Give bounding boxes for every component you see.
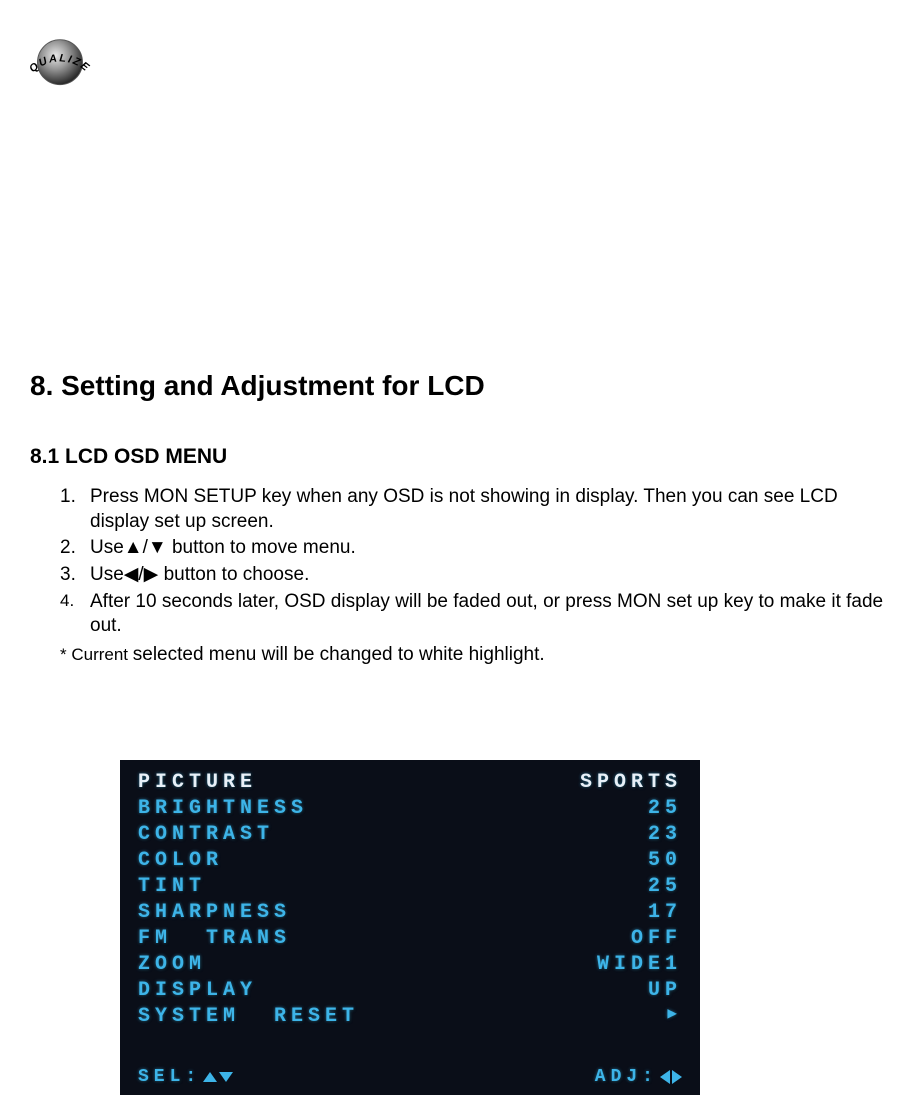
instruction-note: * Current selected menu will be changed … <box>60 643 889 668</box>
instruction-item-4: 4. After 10 seconds later, OSD display w… <box>60 590 889 639</box>
osd-row-system-reset: SYSTEM RESET ▶ <box>138 1004 682 1030</box>
osd-value: WIDE1 <box>597 952 682 978</box>
osd-footer-adj: ADJ: <box>595 1067 682 1087</box>
osd-row-zoom: ZOOM WIDE1 <box>138 952 682 978</box>
adj-label: ADJ: <box>595 1067 658 1087</box>
instruction-text: Press MON SETUP key when any OSD is not … <box>90 486 838 532</box>
osd-footer: SEL: ADJ: <box>138 1067 682 1087</box>
osd-value-arrow-icon: ▶ <box>667 1004 682 1030</box>
note-prefix: * Current <box>60 645 133 664</box>
list-number: 4. <box>60 590 74 612</box>
subsection-title: 8.1 LCD OSD MENU <box>30 445 227 469</box>
osd-screen: PICTURE SPORTS BRIGHTNESS 25 CONTRAST 23… <box>120 760 700 1095</box>
osd-row-color: COLOR 50 <box>138 848 682 874</box>
osd-label: CONTRAST <box>138 822 274 848</box>
section-title: 8. Setting and Adjustment for LCD <box>30 370 485 402</box>
equalizer-badge: EQUALIZER <box>15 10 105 100</box>
triangle-down-icon <box>219 1072 233 1082</box>
osd-label: TINT <box>138 874 206 900</box>
osd-value: SPORTS <box>580 770 682 796</box>
osd-row-sharpness: SHARPNESS 17 <box>138 900 682 926</box>
osd-value: 23 <box>648 822 682 848</box>
osd-value: 17 <box>648 900 682 926</box>
triangle-up-icon <box>203 1072 217 1082</box>
osd-row-brightness: BRIGHTNESS 25 <box>138 796 682 822</box>
osd-row-fm-trans: FM TRANS OFF <box>138 926 682 952</box>
osd-label: ZOOM <box>138 952 206 978</box>
instruction-text: Use▲/▼ button to move menu. <box>90 537 356 558</box>
osd-row-display: DISPLAY UP <box>138 978 682 1004</box>
note-rest: selected menu will be changed to white h… <box>133 644 545 665</box>
list-number: 1. <box>60 485 76 510</box>
osd-label: PICTURE <box>138 770 257 796</box>
osd-footer-sel: SEL: <box>138 1067 233 1087</box>
osd-value: 50 <box>648 848 682 874</box>
osd-value: 25 <box>648 874 682 900</box>
instruction-item-3: 3. Use◀/▶ button to choose. <box>60 563 889 588</box>
list-number: 2. <box>60 536 76 561</box>
osd-label: DISPLAY <box>138 978 257 1004</box>
osd-label: SHARPNESS <box>138 900 291 926</box>
osd-row-contrast: CONTRAST 23 <box>138 822 682 848</box>
instruction-item-2: 2. Use▲/▼ button to move menu. <box>60 536 889 561</box>
osd-value: UP <box>648 978 682 1004</box>
triangle-right-icon <box>672 1070 682 1084</box>
osd-label: FM TRANS <box>138 926 291 952</box>
instruction-item-1: 1. Press MON SETUP key when any OSD is n… <box>60 485 889 534</box>
sel-label: SEL: <box>138 1067 201 1087</box>
osd-row-picture: PICTURE SPORTS <box>138 770 682 796</box>
osd-rows: PICTURE SPORTS BRIGHTNESS 25 CONTRAST 23… <box>138 770 682 1030</box>
instruction-text: After 10 seconds later, OSD display will… <box>90 591 883 637</box>
list-number: 3. <box>60 563 76 588</box>
triangle-left-icon <box>660 1070 670 1084</box>
osd-row-tint: TINT 25 <box>138 874 682 900</box>
instruction-text: Use◀/▶ button to choose. <box>90 564 309 585</box>
osd-label: COLOR <box>138 848 223 874</box>
osd-label: SYSTEM RESET <box>138 1004 359 1030</box>
osd-value: 25 <box>648 796 682 822</box>
osd-label: BRIGHTNESS <box>138 796 308 822</box>
osd-value: OFF <box>631 926 682 952</box>
instructions-block: 1. Press MON SETUP key when any OSD is n… <box>60 485 889 668</box>
